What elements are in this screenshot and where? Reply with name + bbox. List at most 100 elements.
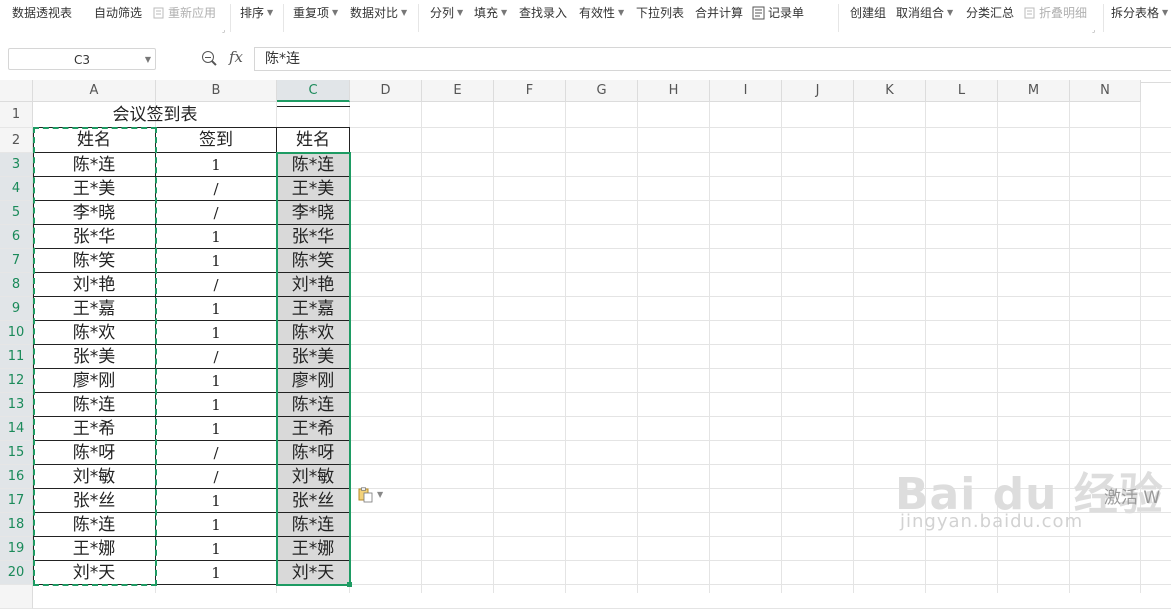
- cell-signin[interactable]: 1: [156, 297, 277, 321]
- row-header[interactable]: 16: [0, 465, 33, 489]
- column-header-e[interactable]: E: [422, 80, 494, 102]
- chevron-down-icon[interactable]: ▼: [145, 49, 151, 71]
- sheet-title[interactable]: 会议签到表: [33, 102, 277, 128]
- ribbon-button-16[interactable]: 折叠明细: [1023, 4, 1087, 22]
- cell-name[interactable]: 陈*连: [33, 153, 156, 177]
- row-header[interactable]: [0, 585, 33, 609]
- paste-options-icon[interactable]: [357, 487, 373, 503]
- ribbon-button-3[interactable]: 排序 ▼: [240, 4, 273, 22]
- cell-name-copy[interactable]: 陈*连: [277, 393, 350, 417]
- name-box[interactable]: C3 ▼: [8, 48, 156, 70]
- row-header[interactable]: 8: [0, 273, 33, 297]
- ribbon-button-17[interactable]: 拆分表格 ▼: [1111, 4, 1168, 22]
- cell-name-copy[interactable]: 王*美: [277, 177, 350, 201]
- column-header-c[interactable]: C: [277, 80, 350, 102]
- row-header[interactable]: 13: [0, 393, 33, 417]
- ribbon-button-13[interactable]: 创建组: [850, 4, 886, 22]
- cell-name-copy[interactable]: 王*娜: [277, 537, 350, 561]
- ribbon-button-9[interactable]: 有效性 ▼: [579, 4, 624, 22]
- column-header-i[interactable]: I: [710, 80, 782, 102]
- column-header-k[interactable]: K: [854, 80, 926, 102]
- header-cell-name-copy[interactable]: 姓名: [277, 128, 350, 153]
- ribbon-button-14[interactable]: 取消组合 ▼: [896, 4, 953, 22]
- cell-signin[interactable]: /: [156, 345, 277, 369]
- column-header-a[interactable]: A: [33, 80, 156, 102]
- row-header[interactable]: 5: [0, 201, 33, 225]
- cell-name[interactable]: 陈*连: [33, 513, 156, 537]
- row-header[interactable]: 20: [0, 561, 33, 585]
- ribbon-button-7[interactable]: 填充 ▼: [474, 4, 507, 22]
- ribbon-button-2[interactable]: 重新应用: [152, 4, 216, 22]
- cell-name-copy[interactable]: 张*丝: [277, 489, 350, 513]
- cell-signin[interactable]: 1: [156, 561, 277, 585]
- column-header-b[interactable]: B: [156, 80, 277, 102]
- row-header[interactable]: 17: [0, 489, 33, 513]
- cell-name[interactable]: 王*娜: [33, 537, 156, 561]
- cell-name-copy[interactable]: 李*晓: [277, 201, 350, 225]
- ribbon-button-4[interactable]: 重复项 ▼: [293, 4, 338, 22]
- row-header[interactable]: 11: [0, 345, 33, 369]
- header-cell-signin[interactable]: 签到: [156, 128, 277, 153]
- cell-signin[interactable]: 1: [156, 153, 277, 177]
- row-header[interactable]: 2: [0, 128, 33, 153]
- column-header-j[interactable]: J: [782, 80, 854, 102]
- row-header[interactable]: 10: [0, 321, 33, 345]
- row-header[interactable]: 9: [0, 297, 33, 321]
- row-header[interactable]: 12: [0, 369, 33, 393]
- cell-signin[interactable]: 1: [156, 369, 277, 393]
- cell-name[interactable]: 刘*天: [33, 561, 156, 585]
- row-header[interactable]: 15: [0, 441, 33, 465]
- row-header[interactable]: 18: [0, 513, 33, 537]
- zoom-icon[interactable]: [202, 51, 214, 63]
- row-header[interactable]: 4: [0, 177, 33, 201]
- fill-handle[interactable]: [347, 582, 352, 587]
- ribbon-button-12[interactable]: 记录单: [752, 4, 804, 22]
- ribbon-button-10[interactable]: 下拉列表: [636, 4, 684, 22]
- ribbon-button-1[interactable]: 自动筛选: [94, 4, 142, 22]
- cell-name[interactable]: 刘*艳: [33, 273, 156, 297]
- cell-signin[interactable]: 1: [156, 489, 277, 513]
- cell-signin[interactable]: 1: [156, 249, 277, 273]
- cell-name[interactable]: 张*美: [33, 345, 156, 369]
- cell-signin[interactable]: 1: [156, 537, 277, 561]
- row-header[interactable]: 7: [0, 249, 33, 273]
- header-cell-name[interactable]: 姓名: [33, 128, 156, 153]
- cell-name-copy[interactable]: 王*希: [277, 417, 350, 441]
- row-header[interactable]: 1: [0, 102, 33, 128]
- cell-signin[interactable]: /: [156, 177, 277, 201]
- formula-input[interactable]: 陈*连: [254, 47, 1171, 71]
- cell-signin[interactable]: /: [156, 465, 277, 489]
- cell-name-copy[interactable]: 廖*刚: [277, 369, 350, 393]
- cell-name-copy[interactable]: 陈*连: [277, 513, 350, 537]
- row-header[interactable]: 6: [0, 225, 33, 249]
- ribbon-button-6[interactable]: 分列 ▼: [430, 4, 463, 22]
- ribbon-button-11[interactable]: 合并计算: [695, 4, 743, 22]
- column-header-n[interactable]: N: [1070, 80, 1141, 102]
- cell-name[interactable]: 王*美: [33, 177, 156, 201]
- cell-name[interactable]: 张*丝: [33, 489, 156, 513]
- cell-name-copy[interactable]: 刘*天: [277, 561, 350, 585]
- cell-name[interactable]: 王*嘉: [33, 297, 156, 321]
- cell-signin[interactable]: 1: [156, 417, 277, 441]
- column-header-l[interactable]: L: [926, 80, 998, 102]
- cell-name-copy[interactable]: 刘*敏: [277, 465, 350, 489]
- ribbon-button-5[interactable]: 数据对比 ▼: [350, 4, 407, 22]
- cell-name[interactable]: 陈*欢: [33, 321, 156, 345]
- column-header-f[interactable]: F: [494, 80, 566, 102]
- cell-signin[interactable]: /: [156, 441, 277, 465]
- cell-name-copy[interactable]: 陈*欢: [277, 321, 350, 345]
- row-header[interactable]: 3: [0, 153, 33, 177]
- cell-name[interactable]: 廖*刚: [33, 369, 156, 393]
- ribbon-button-8[interactable]: 查找录入: [519, 4, 567, 22]
- cell-name-copy[interactable]: 陈*笑: [277, 249, 350, 273]
- group-launcher-icon[interactable]: ⌟: [1092, 26, 1095, 34]
- cell-name-copy[interactable]: 张*华: [277, 225, 350, 249]
- cell-signin[interactable]: 1: [156, 513, 277, 537]
- column-header-d[interactable]: D: [350, 80, 422, 102]
- cell-signin[interactable]: /: [156, 273, 277, 297]
- cell-signin[interactable]: 1: [156, 393, 277, 417]
- column-header-m[interactable]: M: [998, 80, 1070, 102]
- cell-name-copy[interactable]: 王*嘉: [277, 297, 350, 321]
- column-header-g[interactable]: G: [566, 80, 638, 102]
- select-all-corner[interactable]: [0, 80, 33, 102]
